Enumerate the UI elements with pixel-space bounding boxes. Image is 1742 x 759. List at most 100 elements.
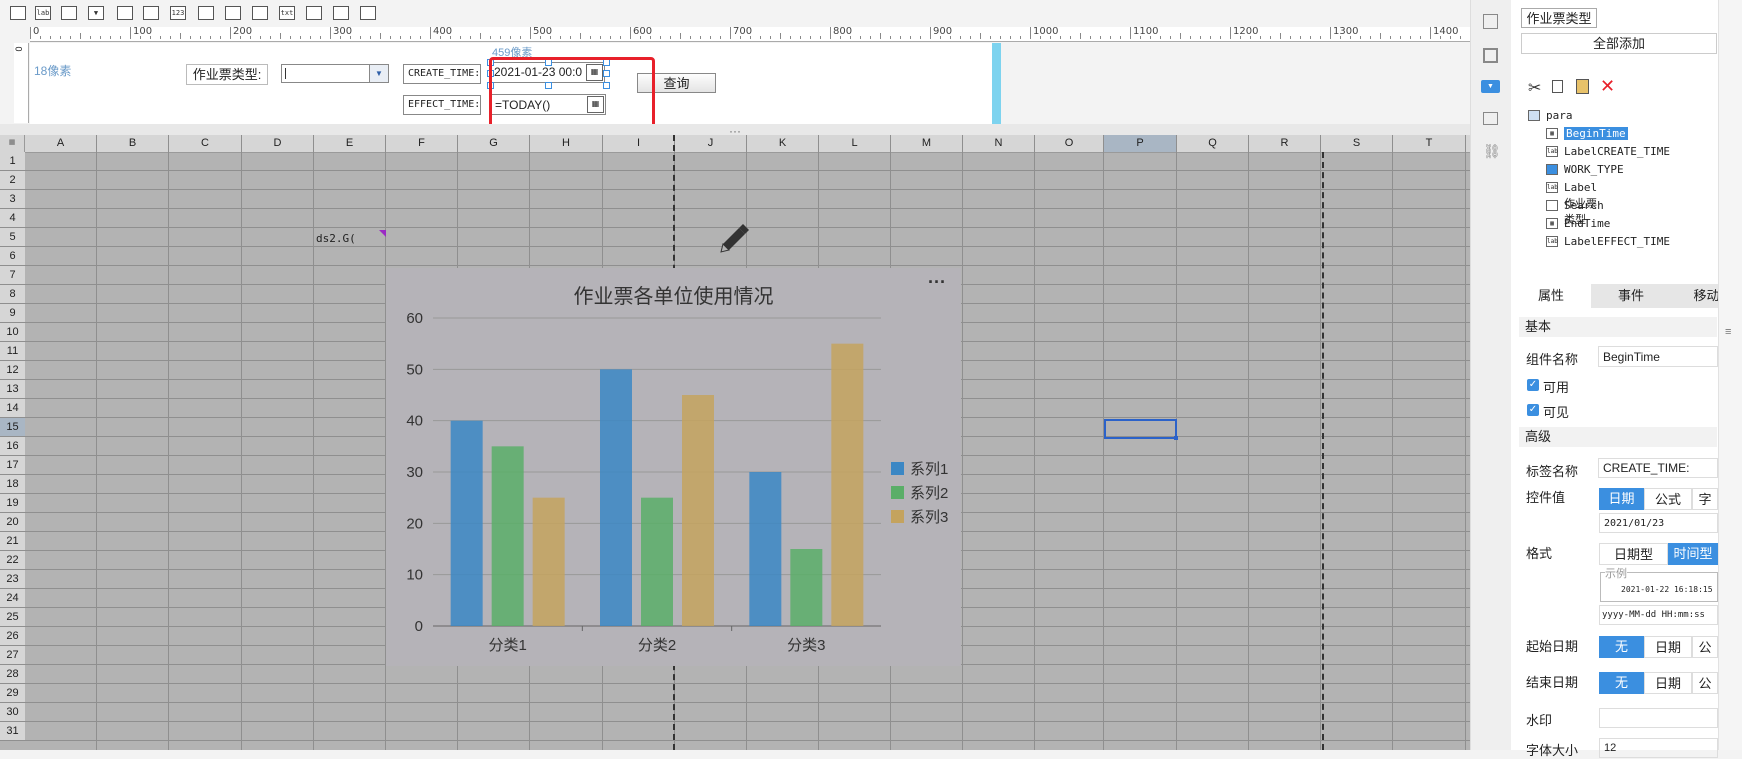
- tree-view-icon[interactable]: [360, 6, 376, 20]
- control-value-formula-option[interactable]: 公式: [1644, 488, 1692, 510]
- combobox-dropdown-icon[interactable]: ▼: [369, 65, 388, 82]
- row-header-18[interactable]: 18: [0, 475, 25, 494]
- row-header-16[interactable]: 16: [0, 437, 25, 456]
- cell-e5-formula[interactable]: ds2.G(: [316, 232, 356, 245]
- row-header-11[interactable]: 11: [0, 342, 25, 361]
- column-header-a[interactable]: A: [25, 135, 97, 152]
- tree-item[interactable]: ▦ EndTime: [1546, 216, 1610, 232]
- delete-icon[interactable]: ✕: [1600, 76, 1615, 97]
- row-header-15[interactable]: 15: [0, 418, 25, 437]
- row-header-3[interactable]: 3: [0, 190, 25, 209]
- enabled-checkbox[interactable]: ✓: [1527, 379, 1539, 391]
- start-date-none-option[interactable]: 无: [1599, 636, 1644, 658]
- control-value-date-option[interactable]: 日期: [1599, 488, 1644, 510]
- row-header-10[interactable]: 10: [0, 323, 25, 342]
- column-header-f[interactable]: F: [386, 135, 458, 152]
- pencil-icon[interactable]: [717, 222, 751, 259]
- corner-cell[interactable]: ▦: [0, 135, 25, 152]
- combo-widget-icon[interactable]: ▼: [1481, 80, 1500, 93]
- column-header-s[interactable]: S: [1321, 135, 1393, 152]
- number-icon[interactable]: 123: [170, 6, 186, 20]
- row-header-31[interactable]: 31: [0, 722, 25, 741]
- tree-item[interactable]: lab LabelEFFECT_TIME: [1546, 234, 1670, 250]
- tree-root[interactable]: para: [1528, 108, 1573, 124]
- column-header-k[interactable]: K: [747, 135, 819, 152]
- parameter-pane-edge[interactable]: [992, 43, 1001, 124]
- top-list-item[interactable]: 作业票类型: [1521, 8, 1597, 28]
- row-header-29[interactable]: 29: [0, 684, 25, 703]
- row-header-1[interactable]: 1: [0, 152, 25, 171]
- control-value-date-input[interactable]: 2021/01/23: [1599, 513, 1718, 533]
- row-header-19[interactable]: 19: [0, 494, 25, 513]
- copy-icon[interactable]: [1552, 80, 1563, 93]
- layers-icon[interactable]: [1483, 112, 1498, 125]
- chart-container[interactable]: 作业票各单位使用情况 ··· 0 10 20 30 40 50 60 分类1 分类2 分类3 系列1…: [386, 268, 961, 666]
- checkbox-icon[interactable]: [252, 6, 268, 20]
- button-icon[interactable]: [61, 6, 77, 20]
- section-advanced[interactable]: 高级: [1519, 427, 1717, 447]
- start-date-formula-option[interactable]: 公: [1692, 636, 1718, 658]
- tag-name-input[interactable]: CREATE_TIME:: [1598, 458, 1718, 478]
- row-header-22[interactable]: 22: [0, 551, 25, 570]
- row-header-28[interactable]: 28: [0, 665, 25, 684]
- row-header-20[interactable]: 20: [0, 513, 25, 532]
- row-header-17[interactable]: 17: [0, 456, 25, 475]
- row-header-26[interactable]: 26: [0, 627, 25, 646]
- scroll-grip-icon[interactable]: ≡: [1725, 326, 1731, 338]
- format-time-option[interactable]: 时间型: [1668, 543, 1718, 565]
- row-header-12[interactable]: 12: [0, 361, 25, 380]
- component-name-input[interactable]: BeginTime: [1598, 346, 1718, 367]
- column-header-l[interactable]: L: [819, 135, 891, 152]
- paste-icon[interactable]: [1576, 79, 1589, 94]
- column-header-r[interactable]: R: [1249, 135, 1321, 152]
- row-header-24[interactable]: 24: [0, 589, 25, 608]
- panel-scrollbar[interactable]: ≡: [1718, 0, 1742, 750]
- column-header-q[interactable]: Q: [1177, 135, 1249, 152]
- tree-item[interactable]: WORK_TYPE: [1546, 162, 1624, 178]
- tab-properties[interactable]: 属性: [1511, 284, 1591, 308]
- row-header-25[interactable]: 25: [0, 608, 25, 627]
- work-type-combobox[interactable]: ▼: [281, 64, 389, 83]
- tree-icon[interactable]: txt: [279, 6, 295, 20]
- row-header-7[interactable]: 7: [0, 266, 25, 285]
- tree-item[interactable]: ▦ BeginTime: [1546, 126, 1628, 142]
- control-value-string-option[interactable]: 字: [1692, 488, 1718, 510]
- combobox-icon[interactable]: ▼: [88, 6, 104, 20]
- row-header-14[interactable]: 14: [0, 399, 25, 418]
- visible-checkbox[interactable]: ✓: [1527, 404, 1539, 416]
- end-date-date-option[interactable]: 日期: [1644, 672, 1692, 694]
- row-header-5[interactable]: 5: [0, 228, 25, 247]
- radio-icon[interactable]: [225, 6, 241, 20]
- column-header-b[interactable]: B: [97, 135, 169, 152]
- row-header-4[interactable]: 4: [0, 209, 25, 228]
- pager-icon[interactable]: [306, 6, 322, 20]
- column-header-c[interactable]: C: [169, 135, 242, 152]
- column-header-i[interactable]: I: [603, 135, 675, 152]
- dropdown-tree-icon[interactable]: [333, 6, 349, 20]
- column-header-g[interactable]: G: [458, 135, 530, 152]
- cut-icon[interactable]: ✂: [1528, 78, 1541, 98]
- tree-item[interactable]: Search: [1546, 198, 1604, 214]
- start-date-date-option[interactable]: 日期: [1644, 636, 1692, 658]
- column-header-j[interactable]: J: [675, 135, 747, 152]
- widget-settings-icon[interactable]: [1483, 14, 1498, 29]
- column-header-p[interactable]: P: [1104, 135, 1177, 152]
- tab-events[interactable]: 事件: [1591, 284, 1671, 308]
- watermark-input[interactable]: [1599, 708, 1718, 728]
- frame-icon[interactable]: [1483, 48, 1498, 63]
- column-header-e[interactable]: E: [314, 135, 386, 152]
- row-header-2[interactable]: 2: [0, 171, 25, 190]
- row-header-27[interactable]: 27: [0, 646, 25, 665]
- more-icon[interactable]: [393, 6, 409, 20]
- selected-cell[interactable]: [1104, 419, 1177, 439]
- column-header-d[interactable]: D: [242, 135, 314, 152]
- end-date-formula-option[interactable]: 公: [1692, 672, 1718, 694]
- format-pattern-input[interactable]: yyyy-MM-dd HH:mm:ss: [1599, 605, 1718, 625]
- font-size-input[interactable]: 12: [1599, 738, 1718, 758]
- tree-item[interactable]: lab LabelCREATE_TIME: [1546, 144, 1670, 160]
- textbox-icon[interactable]: [10, 6, 26, 20]
- column-header-h[interactable]: H: [530, 135, 603, 152]
- format-date-option[interactable]: 日期型: [1599, 543, 1668, 565]
- fill-handle[interactable]: [1174, 436, 1178, 440]
- pane-divider[interactable]: ···: [0, 124, 1470, 137]
